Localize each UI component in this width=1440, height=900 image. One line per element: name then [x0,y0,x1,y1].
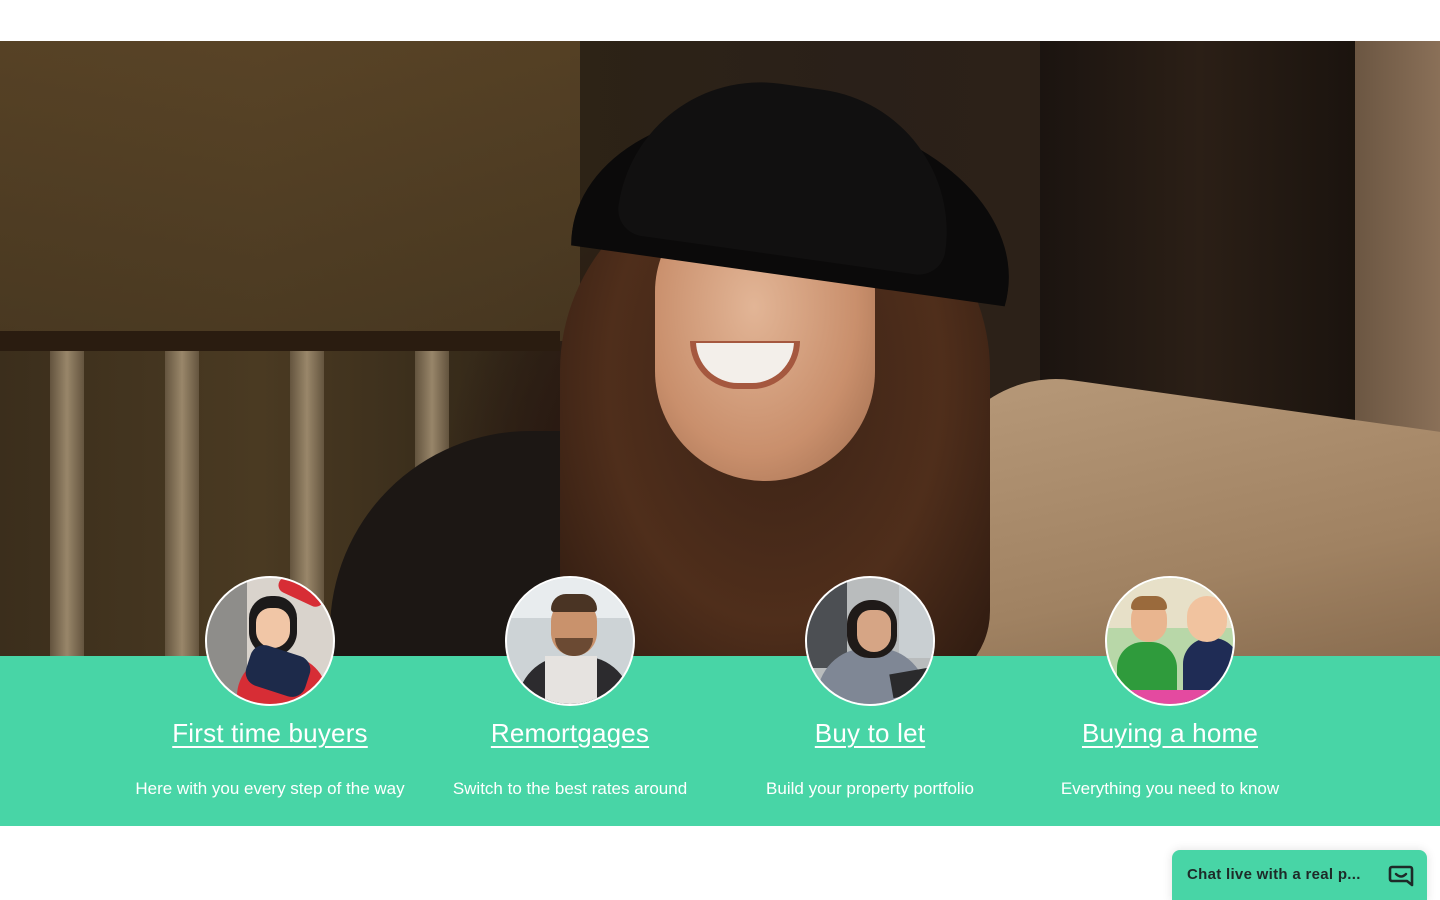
service-card-buy-to-let: Buy to let Build your property portfolio [720,576,1020,816]
service-link-buy-to-let[interactable]: Buy to let [720,718,1020,749]
service-subtitle: Build your property portfolio [766,779,974,798]
live-chat-button[interactable]: Chat live with a real p... [1172,850,1427,900]
service-link-remortgages[interactable]: Remortgages [420,718,720,749]
laughing-man-avatar[interactable] [505,576,635,706]
service-subtitle: Switch to the best rates around [452,779,688,798]
service-link-buying-a-home[interactable]: Buying a home [1020,718,1320,749]
children-playing-avatar[interactable] [1105,576,1235,706]
hero-image [0,41,1440,656]
woman-with-pillow-avatar[interactable] [205,576,335,706]
chat-label: Chat live with a real p... [1187,866,1361,883]
service-card-buying-a-home: Buying a home Everything you need to kno… [1020,576,1320,816]
chat-bubble-icon [1388,865,1414,887]
service-card-first-time-buyers: First time buyers Here with you every st… [120,576,420,816]
hero-stair-rail [0,331,560,351]
hero-wall [0,41,580,341]
service-link-first-time-buyers[interactable]: First time buyers [120,718,420,749]
service-subtitle: Here with you every step of the way [135,779,405,798]
service-subtitle: Everything you need to know [1060,779,1280,798]
top-bar [0,0,1440,41]
hero-baluster [50,351,84,656]
service-card-remortgages: Remortgages Switch to the best rates aro… [420,576,720,816]
woman-at-laptop-avatar[interactable] [805,576,935,706]
